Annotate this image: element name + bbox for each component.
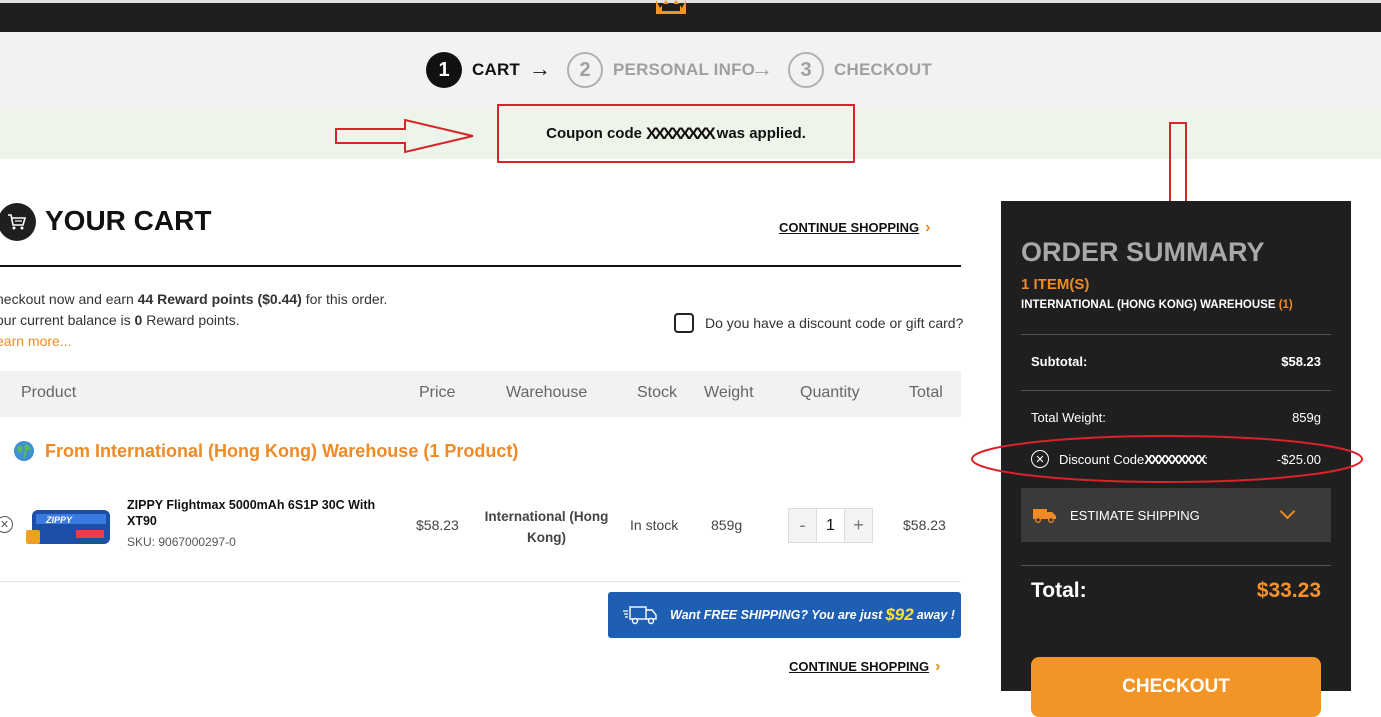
svg-text:ZIPPY: ZIPPY bbox=[45, 515, 73, 525]
globe-icon bbox=[14, 441, 34, 461]
column-price: Price bbox=[419, 384, 456, 401]
redacted-coupon-code: XXXXXXXX bbox=[645, 123, 716, 143]
continue-shopping-link-bottom[interactable]: CONTINUE SHOPPING › bbox=[789, 658, 940, 676]
step-checkout[interactable]: 3 CHECKOUT bbox=[788, 52, 932, 88]
step-label: CART bbox=[472, 60, 521, 79]
balance-text: Reward points. bbox=[146, 312, 240, 328]
total-row: Total: $33.23 bbox=[1031, 579, 1321, 603]
product-sku: SKU: 9067000297-0 bbox=[127, 535, 236, 549]
increase-quantity-button[interactable]: + bbox=[845, 509, 872, 542]
coupon-applied-message: Coupon code XXXXXXXX was applied. bbox=[497, 104, 855, 163]
summary-item-count: 1 ITEM(S) bbox=[1021, 276, 1090, 293]
remove-item-button[interactable]: ✕ bbox=[0, 516, 13, 533]
top-header-bar bbox=[0, 0, 1381, 32]
discount-code-toggle[interactable]: Do you have a discount code or gift card… bbox=[674, 313, 963, 333]
column-product: Product bbox=[21, 384, 77, 401]
checkout-button[interactable]: CHECKOUT bbox=[1031, 657, 1321, 717]
continue-shopping-label: CONTINUE SHOPPING bbox=[779, 220, 920, 235]
free-shipping-amount: $92 bbox=[885, 605, 914, 624]
total-value: $33.23 bbox=[1256, 579, 1321, 602]
continue-shopping-label: CONTINUE SHOPPING bbox=[789, 659, 930, 674]
warehouse-group-label: From International (Hong Kong) Warehouse… bbox=[45, 440, 519, 461]
reward-points-info: heckout now and earn 44 Reward points ($… bbox=[0, 289, 387, 352]
step-arrow-icon: → bbox=[751, 56, 773, 81]
summary-title: ORDER SUMMARY bbox=[1021, 237, 1265, 267]
subtotal-row: Subtotal: $58.23 bbox=[1031, 354, 1321, 369]
product-name[interactable]: ZIPPY Flightmax 5000mAh 6S1P 30C With XT… bbox=[127, 497, 387, 529]
chevron-right-icon: › bbox=[935, 658, 941, 675]
divider bbox=[0, 265, 961, 267]
estimate-shipping-toggle[interactable]: ESTIMATE SHIPPING bbox=[1021, 488, 1331, 542]
discount-checkbox[interactable] bbox=[674, 313, 694, 333]
reward-points: 44 Reward points bbox=[137, 291, 254, 307]
summary-warehouse: INTERNATIONAL (HONG KONG) WAREHOUSE (1) bbox=[1021, 299, 1293, 311]
notice-suffix: was applied. bbox=[716, 125, 806, 142]
item-weight: 859g bbox=[711, 517, 743, 533]
column-weight: Weight bbox=[704, 384, 754, 401]
reward-value: ($0.44) bbox=[257, 291, 302, 307]
chevron-down-icon bbox=[1279, 503, 1296, 520]
balance-text: our current balance is bbox=[0, 312, 131, 328]
summary-warehouse-count: (1) bbox=[1278, 299, 1293, 311]
item-total: $58.23 bbox=[903, 517, 946, 533]
divider bbox=[1021, 565, 1331, 566]
annotation-ellipse bbox=[971, 435, 1363, 483]
column-total: Total bbox=[909, 384, 943, 401]
product-thumbnail[interactable]: ZIPPY bbox=[26, 500, 114, 552]
subtotal-label: Subtotal: bbox=[1031, 354, 1088, 369]
balance-value: 0 bbox=[134, 312, 143, 328]
decrease-quantity-button[interactable]: - bbox=[789, 509, 816, 542]
total-label: Total: bbox=[1031, 579, 1087, 602]
item-price: $58.23 bbox=[416, 517, 459, 533]
delivery-truck-icon bbox=[623, 606, 657, 625]
quantity-value[interactable]: 1 bbox=[816, 509, 845, 542]
step-cart[interactable]: 1 CART bbox=[426, 52, 520, 88]
notice-prefix: Coupon code bbox=[546, 125, 642, 142]
crown-logo-icon[interactable] bbox=[654, 0, 688, 16]
cart-table-header: Product Price Warehouse Stock Weight Qua… bbox=[0, 371, 961, 417]
divider bbox=[1021, 334, 1331, 335]
weight-label: Total Weight: bbox=[1031, 410, 1106, 425]
checkout-label: CHECKOUT bbox=[1122, 676, 1230, 697]
cart-icon bbox=[0, 203, 36, 241]
free-shipping-suffix: away ! bbox=[916, 608, 955, 622]
weight-value: 859g bbox=[1292, 410, 1321, 425]
discount-question-label: Do you have a discount code or gift card… bbox=[705, 315, 964, 331]
step-number: 1 bbox=[426, 52, 462, 88]
step-number: 3 bbox=[788, 52, 824, 88]
shipping-truck-icon bbox=[1033, 509, 1056, 523]
item-stock: In stock bbox=[630, 517, 679, 533]
step-label: PERSONAL INFO bbox=[613, 60, 756, 79]
free-shipping-banner: Want FREE SHIPPING? You are just $92 awa… bbox=[608, 592, 961, 638]
quantity-stepper[interactable]: - 1 + bbox=[788, 508, 873, 543]
weight-row: Total Weight: 859g bbox=[1031, 410, 1321, 425]
annotation-right-arrow-icon bbox=[335, 118, 474, 154]
divider bbox=[0, 581, 961, 582]
learn-more-link[interactable]: earn more... bbox=[0, 333, 71, 349]
estimate-shipping-label: ESTIMATE SHIPPING bbox=[1070, 507, 1200, 523]
step-personal-info[interactable]: 2 PERSONAL INFO bbox=[567, 52, 755, 88]
column-stock: Stock bbox=[637, 384, 678, 401]
page-title: YOUR CART bbox=[45, 205, 212, 236]
continue-shopping-link[interactable]: CONTINUE SHOPPING › bbox=[779, 219, 930, 237]
warehouse-group-heading: From International (Hong Kong) Warehouse… bbox=[13, 440, 518, 462]
step-number: 2 bbox=[567, 52, 603, 88]
subtotal-value: $58.23 bbox=[1281, 354, 1321, 369]
divider bbox=[1021, 390, 1331, 391]
column-quantity: Quantity bbox=[800, 384, 860, 401]
checkout-steps: 1 CART → 2 PERSONAL INFO → 3 CHECKOUT bbox=[0, 32, 1381, 108]
reward-text: for this order. bbox=[305, 291, 388, 307]
item-warehouse: International (Hong Kong) bbox=[484, 509, 609, 545]
summary-warehouse-label: INTERNATIONAL (HONG KONG) WAREHOUSE bbox=[1021, 299, 1276, 311]
reward-text: heckout now and earn bbox=[0, 291, 134, 307]
step-arrow-icon: → bbox=[529, 56, 551, 81]
free-shipping-prefix: Want FREE SHIPPING? You are just bbox=[670, 608, 883, 622]
column-warehouse: Warehouse bbox=[506, 384, 588, 401]
step-label: CHECKOUT bbox=[834, 60, 932, 79]
chevron-right-icon: › bbox=[925, 219, 931, 236]
